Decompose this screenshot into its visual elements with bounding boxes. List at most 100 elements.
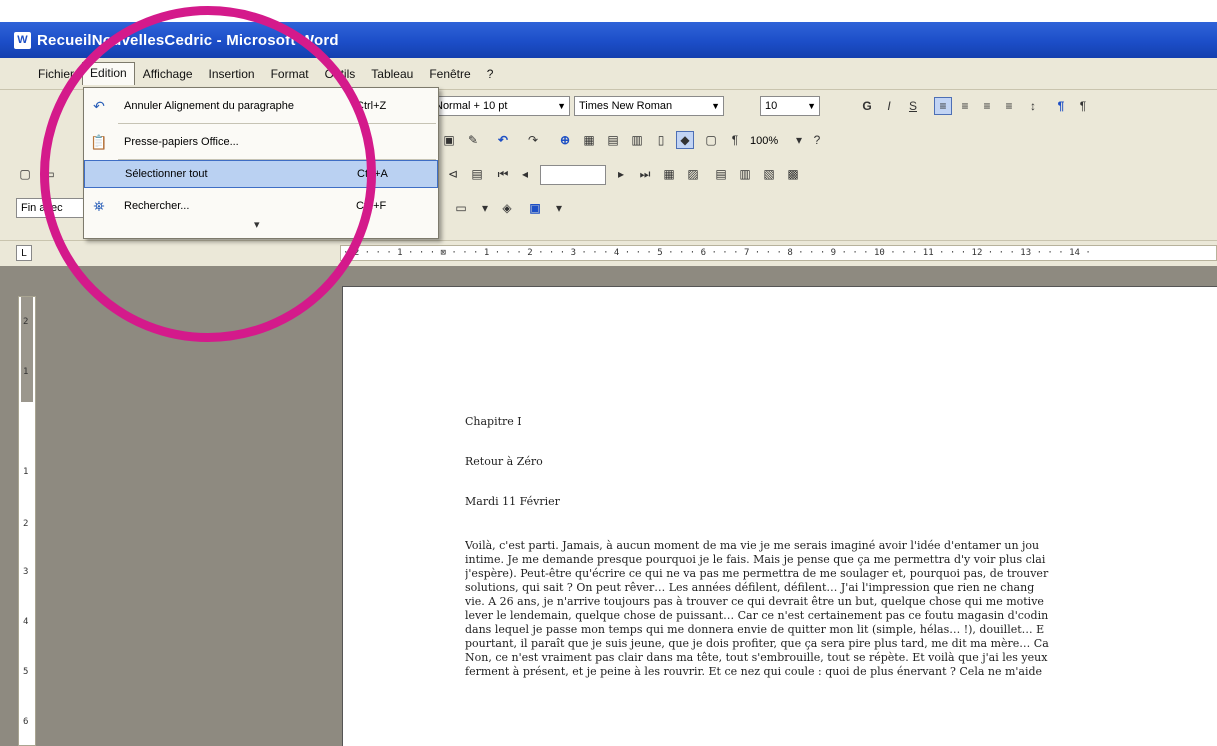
tables-borders-icon[interactable]: ▦	[580, 131, 598, 149]
text-line: Non, ce n'est vraiment pas clair dans ma…	[465, 651, 1048, 664]
style-value: Normal + 10 pt	[435, 100, 508, 112]
chapter-heading: Chapitre I	[465, 415, 522, 428]
menu-affichage[interactable]: Affichage	[135, 63, 201, 85]
menu-separator	[118, 123, 436, 124]
bold-button[interactable]: G	[858, 97, 876, 115]
columns-icon[interactable]: ▯	[652, 131, 670, 149]
prev-icon[interactable]: ⊲	[444, 165, 462, 183]
drawing-icon[interactable]: ◆	[676, 131, 694, 149]
merge-new-icon[interactable]: ▤	[712, 165, 730, 183]
line-spacing-icon[interactable]: ↕	[1024, 97, 1042, 115]
text-line: j'espère). Peut-être qu'écrire ce qui ne…	[465, 567, 1049, 580]
menu-item-office-clipboard[interactable]: 📋 Presse-papiers Office...	[84, 128, 438, 156]
last-icon[interactable]: ⏭	[636, 165, 654, 183]
hyperlink-icon[interactable]: ⊕	[556, 131, 574, 149]
redo-icon[interactable]: ↷	[524, 131, 542, 149]
format-painter-icon[interactable]: ✎	[464, 131, 482, 149]
menu-item-label: Annuler Alignement du paragraphe	[124, 100, 295, 112]
vertical-ruler-tick: 4	[23, 617, 29, 627]
chapter-title: Retour à Zéro	[465, 455, 543, 468]
merge-email-icon[interactable]: ▧	[760, 165, 778, 183]
menu-outils[interactable]: Outils	[317, 63, 364, 85]
text-line: lever le lendemain, quelque chose de pui…	[465, 609, 1049, 622]
color-icon[interactable]: ▭	[452, 199, 470, 217]
text-line: solutions, qui sait ? On peut rêver… Les…	[465, 581, 1035, 594]
vertical-ruler-margin	[21, 297, 33, 402]
menu-item-undo[interactable]: ↶ Annuler Alignement du paragraphe Ctrl+…	[84, 92, 438, 120]
tab-selector-icon[interactable]: L	[16, 245, 32, 261]
merge-fax-icon[interactable]: ▩	[784, 165, 802, 183]
menu-help[interactable]: ?	[479, 63, 502, 85]
title-bar: W RecueilNouvellesCedric - Microsoft Wor…	[0, 22, 1217, 58]
size-value: 10	[765, 100, 778, 112]
chevron-down-icon: ▼	[711, 101, 720, 111]
text-line: intime. Je me demande presque pourquoi j…	[465, 553, 1046, 566]
vertical-ruler-tick: 1	[23, 367, 29, 377]
open-icon[interactable]: ▭	[40, 165, 58, 183]
show-hide-icon[interactable]: ¶	[726, 131, 744, 149]
first-icon[interactable]: ⏮	[494, 165, 512, 183]
new-document-icon[interactable]: ▢	[16, 165, 34, 183]
insert-excel-icon[interactable]: ▥	[628, 131, 646, 149]
edition-menu-dropdown: ↶ Annuler Alignement du paragraphe Ctrl+…	[83, 87, 439, 239]
menu-fichier[interactable]: Fichier	[30, 63, 82, 85]
expand-menu-chevron-icon[interactable]: ▾	[254, 218, 260, 231]
undo-icon: ↶	[93, 97, 105, 114]
vertical-ruler[interactable]: 2 1 1 2 3 4 5 6	[18, 296, 36, 746]
document-page[interactable]: Chapitre I Retour à Zéro Mardi 11 Févrie…	[342, 286, 1217, 746]
shapes-icon[interactable]: ◈	[498, 199, 516, 217]
paste-icon[interactable]: ▣	[440, 131, 458, 149]
find-input[interactable]: Fin avec	[16, 198, 86, 218]
horizontal-ruler[interactable]: · 2 · · · 1 · · · ⊠ · · · 1 · · · 2 · · …	[340, 245, 1217, 261]
menu-item-label: Presse-papiers Office...	[124, 136, 239, 148]
align-left-icon[interactable]: ≡	[934, 97, 952, 115]
binoculars-icon: ⛯	[93, 197, 105, 214]
check-icon[interactable]: ▨	[684, 165, 702, 183]
justify-icon[interactable]: ≡	[1000, 97, 1018, 115]
underline-button[interactable]: S	[904, 97, 922, 115]
insert-table-icon[interactable]: ▤	[604, 131, 622, 149]
help-icon[interactable]: ?	[808, 131, 826, 149]
document-body[interactable]: Chapitre I Retour à Zéro Mardi 11 Févrie…	[465, 415, 1217, 679]
style-combo[interactable]: Normal + 10 pt ▼	[430, 96, 570, 116]
clipboard-icon: 📋	[90, 133, 108, 150]
font-combo[interactable]: Times New Roman ▼	[574, 96, 724, 116]
chevron-down-icon[interactable]: ▾	[476, 199, 494, 217]
menu-bar: Fichier Edition Affichage Insertion Form…	[0, 58, 1217, 90]
menu-edition[interactable]: Edition	[82, 62, 135, 85]
word-icon: W	[14, 31, 31, 49]
undo-icon[interactable]: ↶	[494, 131, 512, 149]
text-line: ferment à présent, et je peine à les rou…	[465, 665, 1043, 678]
menu-item-select-all[interactable]: Sélectionner tout Ctrl+A	[84, 160, 438, 188]
chevron-down-icon[interactable]: ▾	[790, 131, 808, 149]
ltr-icon[interactable]: ¶	[1052, 97, 1070, 115]
text-line: Voilà, c'est parti. Jamais, à aucun mome…	[465, 539, 1040, 552]
picture-icon[interactable]: ▣	[526, 199, 544, 217]
zoom-value[interactable]: 100%	[750, 135, 778, 147]
document-area: 2 1 1 2 3 4 5 6 Chapitre I Retour à Zéro…	[0, 266, 1217, 746]
align-center-icon[interactable]: ≡	[956, 97, 974, 115]
menu-item-label: Rechercher...	[124, 200, 190, 212]
back-icon[interactable]: ◂	[516, 165, 534, 183]
menu-tableau[interactable]: Tableau	[363, 63, 421, 85]
next-icon[interactable]: ▸	[612, 165, 630, 183]
rtl-icon[interactable]: ¶	[1074, 97, 1092, 115]
menu-fenetre[interactable]: Fenêtre	[421, 63, 478, 85]
menu-format[interactable]: Format	[263, 63, 317, 85]
record-icon[interactable]: ▤	[468, 165, 486, 183]
size-combo[interactable]: 10 ▼	[760, 96, 820, 116]
menu-item-find[interactable]: ⛯ Rechercher... Ctrl+F	[84, 192, 438, 220]
align-right-icon[interactable]: ≡	[978, 97, 996, 115]
menu-insertion[interactable]: Insertion	[201, 63, 263, 85]
merge-icon[interactable]: ▦	[660, 165, 678, 183]
vertical-ruler-tick: 3	[23, 567, 29, 577]
record-field[interactable]	[540, 165, 606, 185]
chevron-down-icon[interactable]: ▾	[550, 199, 568, 217]
vertical-ruler-tick: 1	[23, 467, 29, 477]
vertical-ruler-tick: 6	[23, 717, 29, 727]
document-map-icon[interactable]: ▢	[702, 131, 720, 149]
chevron-down-icon: ▼	[807, 101, 816, 111]
merge-printer-icon[interactable]: ▥	[736, 165, 754, 183]
text-line: dans lequel je passe mon temps qui me do…	[465, 623, 1045, 636]
italic-button[interactable]: I	[880, 97, 898, 115]
